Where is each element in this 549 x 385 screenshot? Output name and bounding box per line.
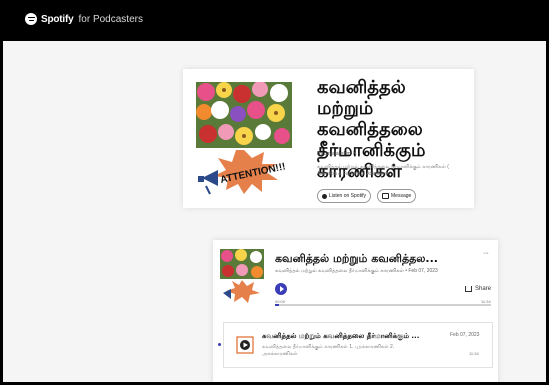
more-options-icon[interactable]: ··· (483, 250, 489, 257)
show-cover-art: ATTENTION!!! (196, 82, 292, 196)
episode-play-icon[interactable] (236, 336, 254, 354)
current-episode-marker (218, 343, 221, 346)
page: Spotify for Podcasters ATTENTION!!! கவனி… (3, 3, 546, 382)
listen-on-spotify-button[interactable]: Listen on Spotify (317, 189, 371, 203)
message-icon (382, 193, 389, 199)
show-header-card: ATTENTION!!! கவனித்தல் மற்றும் கவனித்தலை… (183, 69, 474, 208)
episode-player-card: கவனித்தல் மற்றும் கவனித்தல... ··· கவனித்… (213, 240, 498, 382)
episode-subtitle: கவனித்தல் மற்றும் கவனித்தலை தீர்மானிக்கு… (275, 268, 438, 274)
brand-name: Spotify (41, 13, 74, 25)
progress-fill (275, 304, 280, 306)
episode-thumbnail (220, 249, 264, 305)
show-description: கவனித்தல் மற்றும் கவனித்தலை தீர்மானிக்கு… (317, 164, 449, 177)
spotify-logo-icon (25, 13, 37, 25)
share-label: Share (475, 286, 492, 292)
episode-list-item[interactable]: கவனித்தல் மற்றும் கவனித்தலை தீர்மானிக்கு… (218, 322, 493, 368)
episode-title[interactable]: கவனித்தல் மற்றும் கவனித்தல... (275, 252, 438, 267)
message-button-label: Message (391, 193, 412, 199)
list-episode-duration: 11:34 (469, 351, 479, 356)
brand-link[interactable]: Spotify for Podcasters (25, 13, 143, 25)
show-author: By Jayalakshmi K (317, 151, 357, 157)
flowers-image (196, 82, 292, 148)
spotify-icon (322, 193, 327, 199)
progress-bar[interactable] (275, 304, 491, 306)
top-navigation-bar: Spotify for Podcasters (3, 3, 546, 41)
list-episode-title[interactable]: கவனித்தல் மற்றும் கவனித்தலை தீர்மானிக்கு… (262, 332, 419, 341)
listen-button-label: Listen on Spotify (329, 193, 366, 199)
brand-suffix: for Podcasters (78, 13, 143, 25)
play-icon[interactable] (275, 283, 287, 295)
list-episode-subtitle: கவனித்தலை தீர்மானிக்கும் காரணிகள் 1. புற… (262, 344, 395, 357)
share-button[interactable]: Share (465, 286, 491, 292)
message-button[interactable]: Message (377, 189, 417, 203)
share-icon (465, 286, 472, 292)
list-episode-date: Feb 07, 2023 (450, 332, 480, 338)
megaphone-image: ATTENTION!!! (196, 148, 292, 196)
